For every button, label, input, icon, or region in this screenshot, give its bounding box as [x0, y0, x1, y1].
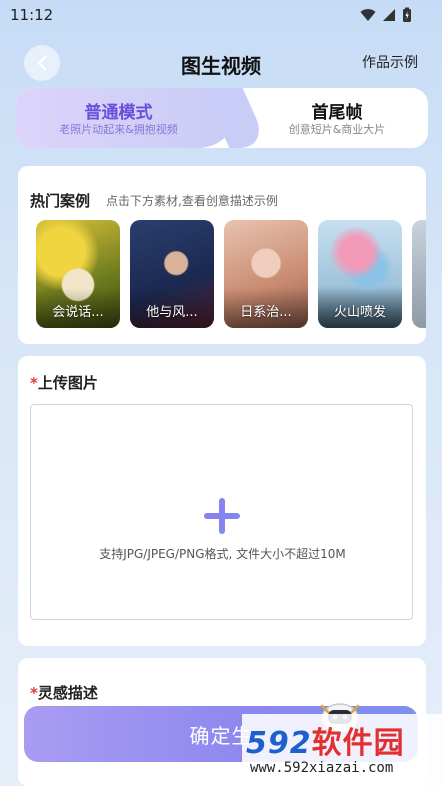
hot-cases-title: 热门案例: [30, 192, 91, 210]
watermark-url: www.592xiazai.com: [250, 760, 394, 776]
case-label: 日系治...: [240, 305, 292, 320]
required-mark: *: [30, 374, 38, 392]
upload-label-text: 上传图片: [37, 374, 98, 392]
upload-card: *上传图片 支持JPG/JPEG/PNG格式, 文件大小不超过10M: [18, 356, 426, 646]
case-item-partial[interactable]: [412, 220, 426, 328]
hot-cases-description: 点击下方素材,查看创意描述示例: [106, 194, 278, 208]
case-item-rabbit[interactable]: 会说话...: [36, 220, 120, 328]
site-watermark: 592软件园 www.592xiazai.com: [242, 714, 442, 786]
case-item-wind[interactable]: 他与风...: [130, 220, 214, 328]
examples-link[interactable]: 作品示例: [362, 52, 418, 72]
case-label: 火山喷发: [333, 305, 386, 320]
status-time: 11:12: [10, 6, 54, 24]
case-label: 他与风...: [146, 305, 198, 320]
tab-normal-title[interactable]: 普通模式: [16, 98, 221, 123]
battery-icon: [403, 7, 411, 22]
watermark-logo-number: 592: [246, 726, 312, 761]
case-item-japanese[interactable]: 日系治...: [224, 220, 308, 328]
watermark-logo-text: 软件园: [311, 726, 405, 761]
tab-first-last-frame-title[interactable]: 首尾帧: [246, 98, 428, 123]
case-label: 会说话...: [52, 305, 104, 320]
plus-icon: [204, 498, 240, 534]
hot-cases-card: 热门案例 点击下方素材,查看创意描述示例 会说话... 他与风... 日系治..…: [18, 166, 426, 344]
wifi-icon: [360, 9, 376, 21]
upload-dropzone[interactable]: 支持JPG/JPEG/PNG格式, 文件大小不超过10M: [30, 404, 413, 620]
status-bar: 11:12: [0, 0, 442, 30]
tab-first-last-frame-subtitle[interactable]: 创意短片&商业大片: [246, 121, 428, 137]
case-item-volcano[interactable]: 火山喷发: [318, 220, 402, 328]
inspiration-label-text: 灵感描述: [37, 684, 98, 702]
inspiration-label: *灵感描述: [30, 682, 98, 703]
tab-normal-subtitle[interactable]: 老照片动起来&拥抱视频: [16, 121, 221, 137]
mode-tabs: 普通模式 老照片动起来&拥抱视频 首尾帧 创意短片&商业大片: [16, 88, 428, 148]
upload-hint: 支持JPG/JPEG/PNG格式, 文件大小不超过10M: [99, 547, 346, 561]
upload-label: *上传图片: [30, 372, 98, 393]
watermark-logo: 592软件园: [246, 718, 405, 762]
signal-icon: [383, 9, 395, 21]
required-mark: *: [30, 684, 38, 702]
status-icons: [360, 7, 412, 23]
